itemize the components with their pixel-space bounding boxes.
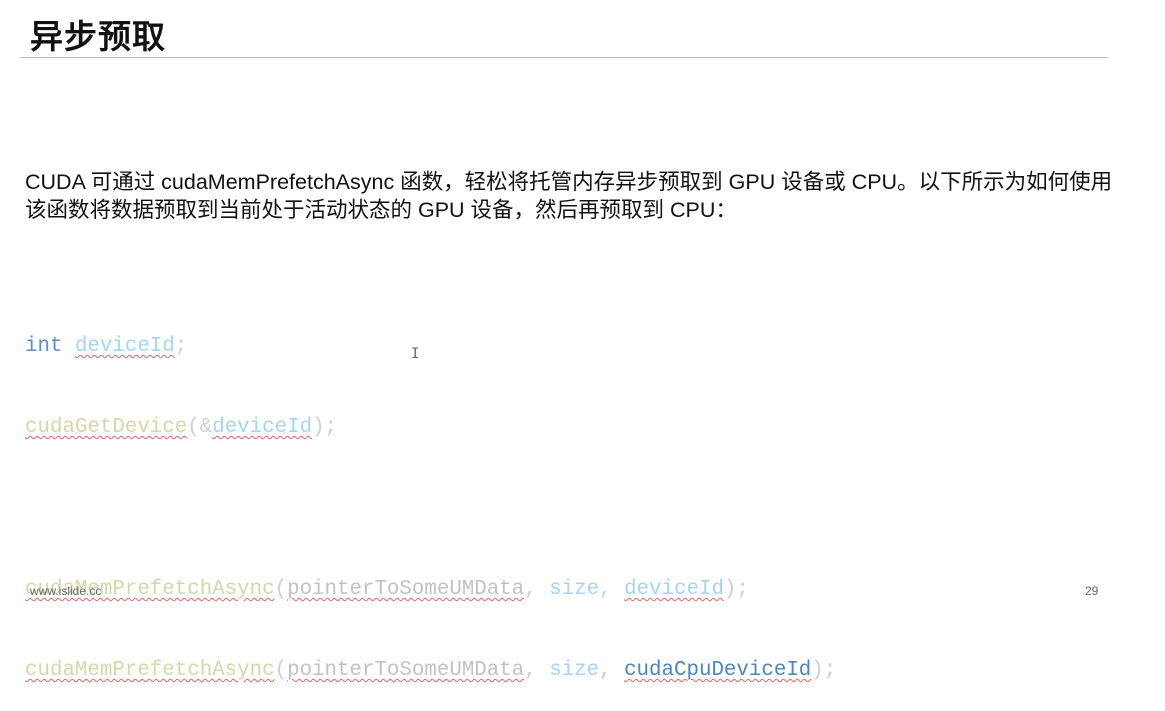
- code-block: int deviceId; cudaGetDevice(&deviceId); …: [25, 279, 836, 711]
- code-line-1: int deviceId;: [25, 333, 836, 360]
- slide-paragraph: CUDA 可通过 cudaMemPrefetchAsync 函数，轻松将托管内存…: [25, 170, 1113, 222]
- title-divider: [20, 57, 1108, 58]
- code-punct: (: [274, 659, 288, 682]
- code-punct: ,: [524, 578, 550, 601]
- code-punct: (&: [187, 416, 213, 439]
- code-punct: ,: [599, 578, 625, 601]
- code-punct: ,: [599, 659, 625, 682]
- code-line-4: cudaMemPrefetchAsync(pointerToSomeUMData…: [25, 657, 836, 684]
- slide-title: 异步预取: [30, 18, 166, 55]
- code-keyword: int: [25, 335, 63, 358]
- code-argument: pointerToSomeUMData: [287, 578, 525, 601]
- footer-site: www.islide.cc: [30, 584, 102, 598]
- code-size: size: [549, 578, 600, 601]
- code-device: deviceId: [624, 578, 724, 601]
- code-punct: );: [723, 578, 749, 601]
- code-line-2: cudaGetDevice(&deviceId);: [25, 414, 836, 441]
- code-punct: (: [274, 578, 288, 601]
- code-function: cudaMemPrefetchAsync: [25, 659, 275, 682]
- text-cursor-icon: I: [411, 346, 420, 362]
- code-punct: );: [312, 416, 338, 439]
- code-size: size: [549, 659, 600, 682]
- code-punct: );: [811, 659, 837, 682]
- code-variable: deviceId: [212, 416, 313, 439]
- page-number: 29: [1085, 584, 1099, 598]
- code-variable: deviceId: [74, 335, 175, 358]
- code-punct: ;: [174, 335, 188, 358]
- code-line-3: cudaMemPrefetchAsync(pointerToSomeUMData…: [25, 576, 836, 603]
- code-function: cudaGetDevice: [25, 416, 188, 439]
- code-device: cudaCpuDeviceId: [624, 659, 812, 682]
- code-argument: pointerToSomeUMData: [287, 659, 525, 682]
- code-punct: ,: [524, 659, 550, 682]
